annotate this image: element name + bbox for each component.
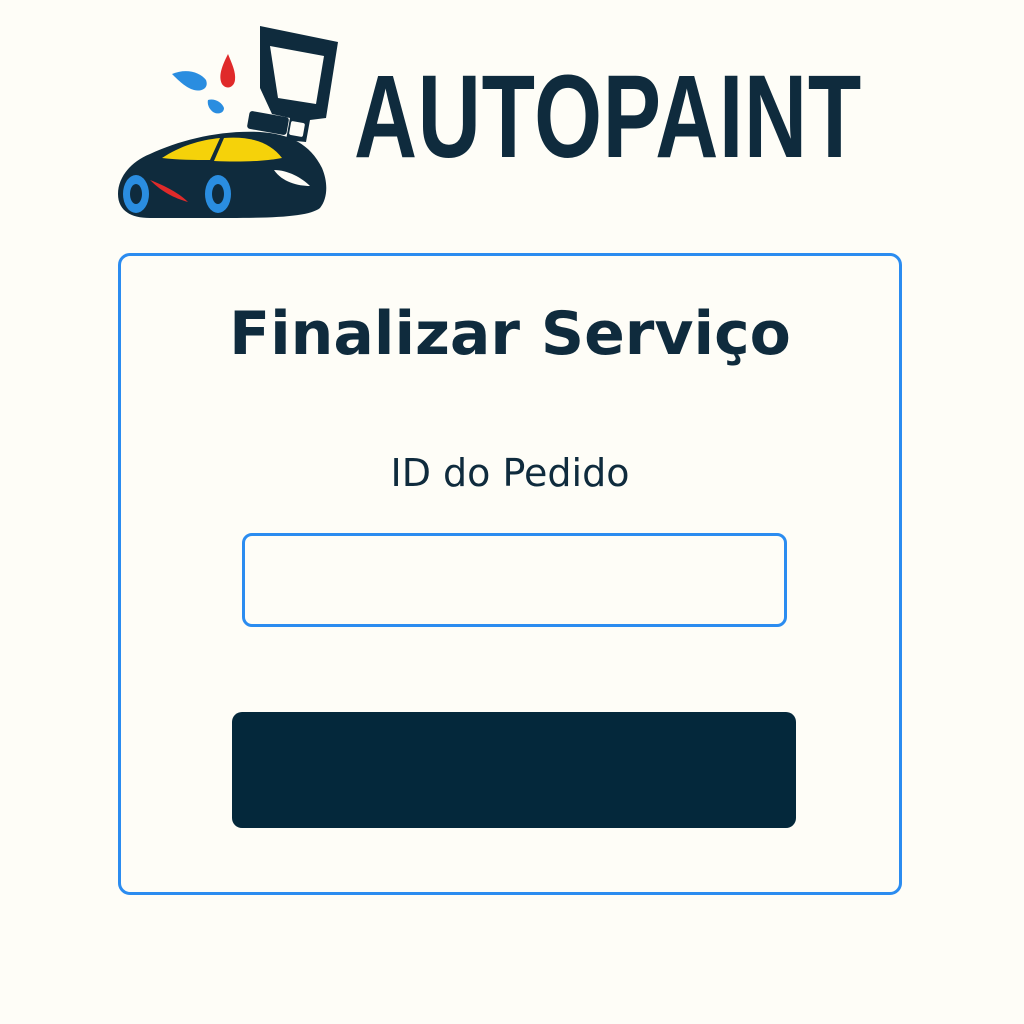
brand-name: AUTOPAINT bbox=[354, 51, 862, 183]
page-title: Finalizar Serviço bbox=[229, 299, 791, 369]
brand-header: AUTOPAINT bbox=[110, 18, 910, 228]
car-paint-sprayer-icon bbox=[118, 26, 338, 218]
submit-button[interactable] bbox=[232, 712, 796, 828]
finish-service-card: Finalizar Serviço ID do Pedido bbox=[118, 253, 902, 895]
order-id-input[interactable] bbox=[242, 533, 787, 627]
order-id-label: ID do Pedido bbox=[390, 451, 630, 495]
